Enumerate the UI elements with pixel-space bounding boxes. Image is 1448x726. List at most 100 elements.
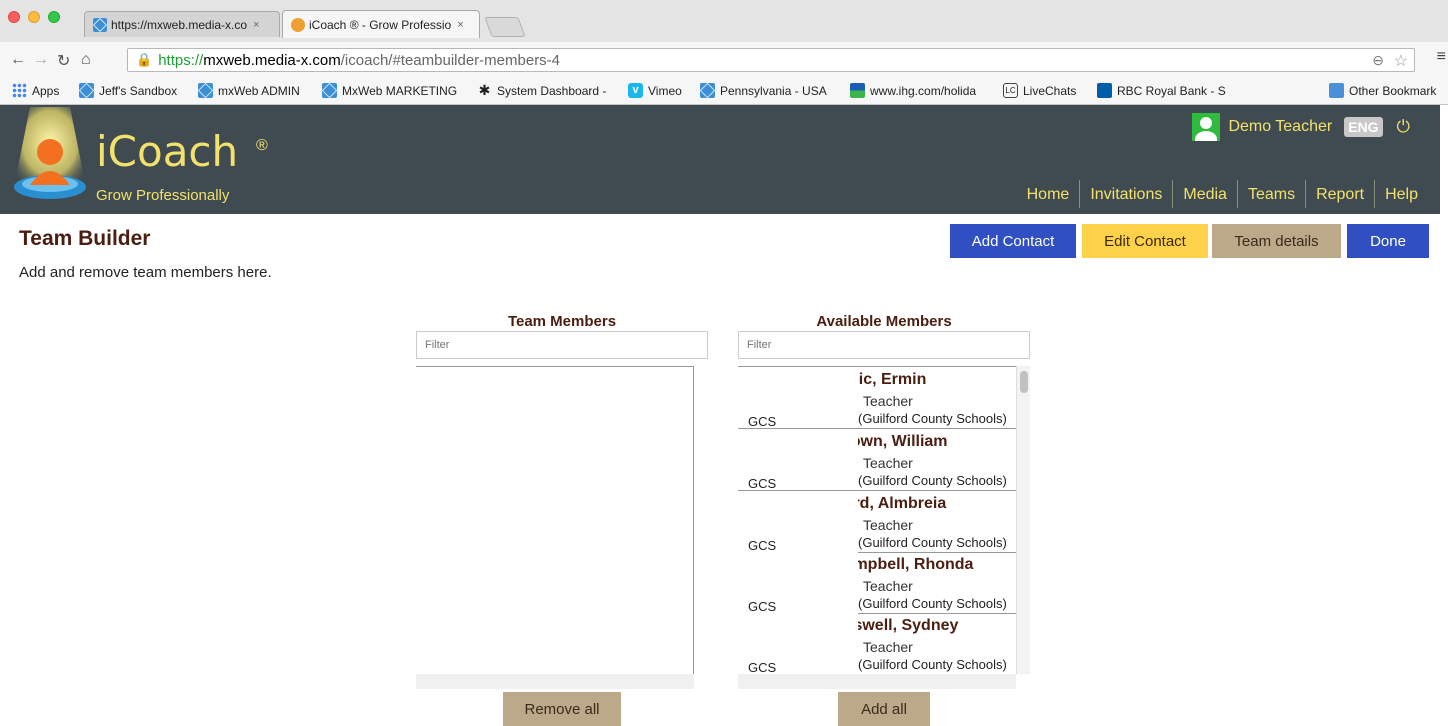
registered-mark: ® <box>256 137 268 154</box>
team-members-title: Team Members <box>507 313 617 330</box>
brand-name: iCoach <box>96 127 239 176</box>
add-all-button[interactable]: Add all <box>838 692 930 726</box>
maximize-window-button[interactable] <box>48 11 60 23</box>
vimeo-icon: v <box>628 83 643 98</box>
browser-chrome: https://mxweb.media-x.co × iCoach ® - Gr… <box>0 0 1448 105</box>
apps-grid-icon <box>12 83 27 98</box>
page-title: Team Builder <box>19 227 151 250</box>
bookmark-apps[interactable]: Apps <box>12 83 59 98</box>
member-school: (Guilford County Schools) <box>858 596 1007 611</box>
mx-icon <box>322 83 337 98</box>
user-avatar-icon[interactable] <box>1192 113 1221 141</box>
done-button[interactable]: Done <box>1347 224 1429 258</box>
tab-close-icon[interactable]: × <box>457 19 463 31</box>
bookmark-system-dashboard[interactable]: ✱ System Dashboard - <box>477 83 614 98</box>
tab-close-icon[interactable]: × <box>253 19 259 31</box>
tab-icoach[interactable]: iCoach ® - Grow Professio × <box>282 10 480 38</box>
url-host: mxweb.media-x.com <box>203 51 341 69</box>
browser-toolbar: ← → ↻ ⌂ 🔒 https:// mxweb.media-x.com /ic… <box>0 42 1448 76</box>
tab-title: iCoach ® - Grow Professio <box>309 17 452 32</box>
tab-title: https://mxweb.media-x.co <box>111 17 248 32</box>
member-code: GCS <box>748 538 777 553</box>
user-name-link[interactable]: Demo Teacher <box>1228 118 1332 136</box>
member-role: Teacher <box>863 578 913 594</box>
member-code: GCS <box>748 476 777 491</box>
member-role: Teacher <box>863 517 913 533</box>
mx-icon <box>198 83 213 98</box>
nav-help[interactable]: Help <box>1374 180 1428 208</box>
zoom-icon[interactable]: ⊖ <box>1372 52 1384 69</box>
list-item[interactable]: Byrd, Almbreia Teacher (Guilford County … <box>738 491 1016 553</box>
bookmark-vimeo[interactable]: v Vimeo <box>628 83 682 98</box>
bookmarks-bar: Apps Jeff's Sandbox mxWeb ADMIN MxWeb MA… <box>0 76 1448 105</box>
available-members-filter-input[interactable] <box>738 331 1030 359</box>
bookmark-jeffs-sandbox[interactable]: Jeff's Sandbox <box>79 83 177 98</box>
main-nav: Home Invitations Media Teams Report Help <box>1017 180 1428 214</box>
address-bar[interactable]: 🔒 https:// mxweb.media-x.com /icoach/#te… <box>127 48 1415 72</box>
tab-mxweb[interactable]: https://mxweb.media-x.co × <box>84 11 280 37</box>
member-code: GCS <box>748 414 777 429</box>
window-controls <box>8 11 60 23</box>
nav-teams[interactable]: Teams <box>1236 180 1305 208</box>
member-school: (Guilford County Schools) <box>858 657 1007 672</box>
add-contact-button[interactable]: Add Contact <box>950 224 1076 258</box>
team-details-button[interactable]: Team details <box>1212 224 1341 258</box>
url-path: /icoach/#teambuilder-members-4 <box>340 51 561 69</box>
member-role: Teacher <box>863 393 913 409</box>
nav-home[interactable]: Home <box>1017 180 1080 208</box>
bookmark-mxweb-admin[interactable]: mxWeb ADMIN <box>198 83 300 98</box>
available-members-title: Available Members <box>816 313 952 330</box>
team-members-list[interactable] <box>416 366 694 674</box>
list-item[interactable]: Caswell, Sydney Teacher (Guilford County… <box>738 613 1016 674</box>
reload-icon[interactable]: ↻ <box>57 51 70 71</box>
icoach-logo-icon[interactable] <box>10 107 90 207</box>
list-item[interactable]: Brown, William Teacher (Guilford County … <box>738 429 1016 491</box>
system-icon: ✱ <box>478 83 491 98</box>
logout-power-icon[interactable]: ⏻ <box>1397 117 1410 137</box>
available-members-list[interactable]: Bibic, Ermin Teacher (Guilford County Sc… <box>738 366 1016 674</box>
list-item[interactable]: Campbell, Rhonda Teacher (Guilford Count… <box>738 552 1016 614</box>
brand-tagline: Grow Professionally <box>96 187 230 204</box>
nav-invitations[interactable]: Invitations <box>1079 180 1172 208</box>
home-icon[interactable]: ⌂ <box>81 51 91 69</box>
member-role: Teacher <box>863 639 913 655</box>
nav-media[interactable]: Media <box>1172 180 1237 208</box>
member-code: GCS <box>748 599 777 614</box>
bookmark-livechats[interactable]: LC LiveChats <box>1003 83 1076 98</box>
folder-icon <box>1329 83 1344 98</box>
bookmark-ihg[interactable]: www.ihg.com/holida <box>850 83 988 98</box>
list-item[interactable]: Bibic, Ermin Teacher (Guilford County Sc… <box>738 367 1016 429</box>
forward-arrow-icon[interactable]: → <box>33 51 49 69</box>
lock-icon: 🔒 <box>136 52 153 67</box>
mx-icon <box>93 17 107 32</box>
team-members-filter-input[interactable] <box>416 331 708 359</box>
lc-icon: LC <box>1003 83 1018 98</box>
member-school: (Guilford County Schools) <box>858 535 1007 550</box>
remove-all-button[interactable]: Remove all <box>503 692 621 726</box>
browser-menu-icon[interactable]: ≡ <box>1437 48 1446 66</box>
edit-contact-button[interactable]: Edit Contact <box>1082 224 1208 258</box>
scroll-thumb[interactable] <box>1020 371 1028 393</box>
bookmark-mxweb-marketing[interactable]: MxWeb MARKETING <box>322 83 457 98</box>
member-school: (Guilford County Schools) <box>858 411 1007 426</box>
page-subtitle: Add and remove team members here. <box>19 264 272 281</box>
bookmark-other[interactable]: Other Bookmark <box>1329 83 1448 98</box>
mx-icon <box>700 83 715 98</box>
nav-report[interactable]: Report <box>1305 180 1374 208</box>
language-toggle[interactable]: ENG <box>1344 117 1383 137</box>
icoach-icon <box>291 17 305 32</box>
minimize-window-button[interactable] <box>28 11 40 23</box>
user-area: Demo Teacher ENG ⏻ <box>1192 113 1410 141</box>
member-school: (Guilford County Schools) <box>858 473 1007 488</box>
member-code: GCS <box>748 660 777 674</box>
rbc-icon <box>1097 83 1112 98</box>
new-tab-button[interactable] <box>484 17 526 37</box>
bookmark-star-icon[interactable]: ☆ <box>1394 51 1408 71</box>
bookmark-rbc[interactable]: RBC Royal Bank - S <box>1097 83 1235 98</box>
team-members-list-footer <box>416 674 694 689</box>
available-members-scrollbar[interactable] <box>1016 366 1030 674</box>
url-scheme: https:// <box>158 51 204 69</box>
close-window-button[interactable] <box>8 11 20 23</box>
bookmark-pennsylvania[interactable]: Pennsylvania - USA <box>700 83 827 98</box>
back-arrow-icon[interactable]: ← <box>10 51 26 69</box>
